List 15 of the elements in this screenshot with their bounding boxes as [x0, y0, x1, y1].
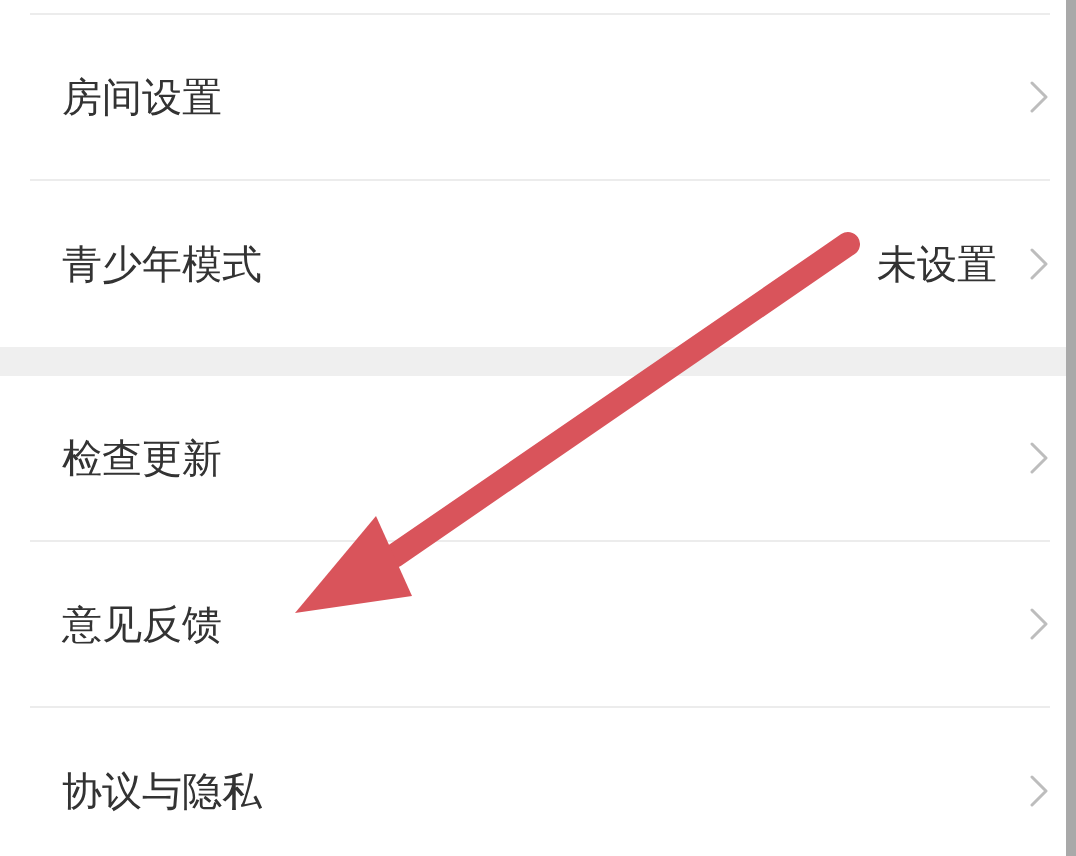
settings-item[interactable]: 协议与隐私 [30, 708, 1050, 856]
settings-item[interactable]: 房间设置 [30, 15, 1050, 181]
settings-item[interactable]: 青少年模式 未设置 [30, 181, 1050, 347]
chevron-right-icon [1030, 608, 1048, 640]
setting-value: 未设置 [877, 240, 997, 288]
setting-label: 意见反馈 [62, 600, 222, 648]
chevron-right-icon [1030, 775, 1048, 807]
setting-label: 协议与隐私 [62, 767, 262, 815]
chevron-right-icon [1030, 442, 1048, 474]
chevron-right-icon [1030, 248, 1048, 280]
setting-label: 房间设置 [62, 73, 222, 121]
chevron-right-icon [1030, 81, 1048, 113]
scroll-bar[interactable] [1066, 0, 1076, 856]
setting-label: 检查更新 [62, 434, 222, 482]
setting-label: 青少年模式 [62, 240, 262, 288]
